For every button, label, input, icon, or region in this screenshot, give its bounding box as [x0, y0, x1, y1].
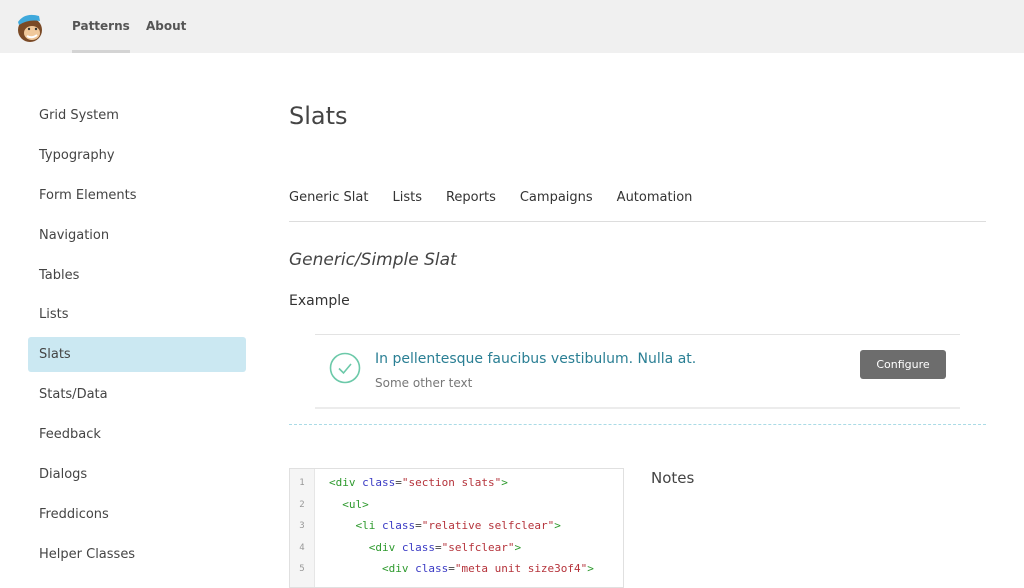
notes-heading: Notes	[651, 469, 695, 487]
page-title: Slats	[289, 102, 348, 130]
code-token: class	[415, 562, 449, 575]
line-number: 3	[299, 521, 305, 531]
sidebar-item-form-elements[interactable]: Form Elements	[28, 178, 246, 213]
code-token: >	[554, 519, 561, 532]
code-token: "meta unit size3of4"	[454, 562, 588, 575]
freddie-logo-icon[interactable]	[13, 10, 47, 44]
code-block[interactable]: 12345 <div class="section slats"> <ul> <…	[289, 468, 624, 588]
section-tabs: Generic Slat Lists Reports Campaigns Aut…	[289, 188, 986, 222]
sidebar-item-feedback[interactable]: Feedback	[28, 417, 246, 452]
code-line: <div class="section slats">	[329, 469, 594, 491]
dotted-divider	[289, 424, 986, 425]
code-token: =	[448, 562, 455, 575]
sidebar-item-tables[interactable]: Tables	[28, 258, 246, 293]
line-number: 1	[299, 478, 305, 488]
slat-subtitle: Some other text	[375, 376, 473, 390]
sidebar: Grid System Typography Form Elements Naviga…	[28, 98, 246, 577]
top-bar: Patterns About	[0, 0, 1024, 53]
sidebar-item-slats[interactable]: Slats	[28, 337, 246, 373]
nav-patterns[interactable]: Patterns	[72, 0, 130, 53]
code-lines: <div class="section slats"> <ul> <li cla…	[329, 469, 594, 577]
code-token: >	[587, 562, 594, 575]
slat-example: In pellentesque faucibus vestibulum. Nul…	[315, 334, 960, 409]
slat-title[interactable]: In pellentesque faucibus vestibulum. Nul…	[375, 351, 696, 367]
line-number: 4	[299, 542, 305, 553]
code-token: =	[395, 476, 402, 489]
code-line: <ul>	[329, 491, 594, 513]
sidebar-item-typography[interactable]: Typography	[28, 138, 246, 173]
sidebar-item-helper-classes[interactable]: Helper Classes	[28, 537, 246, 572]
code-token: "relative selfclear"	[421, 519, 555, 532]
tab-reports[interactable]: Reports	[446, 188, 496, 221]
line-number: 2	[299, 499, 305, 510]
code-token: <div	[329, 540, 402, 554]
code-line: <li class="relative selfclear">	[329, 512, 594, 534]
code-token: >	[501, 476, 508, 489]
code-token: <ul>	[329, 497, 369, 511]
sidebar-item-navigation[interactable]: Navigation	[28, 218, 246, 253]
tab-generic-slat[interactable]: Generic Slat	[289, 188, 368, 221]
tab-automation[interactable]: Automation	[617, 188, 693, 221]
code-token: class	[362, 476, 396, 489]
code-token: =	[415, 519, 422, 532]
line-number-gutter: 1 2 3 4 5	[290, 469, 315, 587]
tab-lists[interactable]: Lists	[392, 188, 422, 221]
code-token: "selfclear"	[441, 540, 515, 554]
tab-campaigns[interactable]: Campaigns	[520, 188, 593, 221]
sidebar-item-grid-system[interactable]: Grid System	[28, 98, 246, 133]
code-token: <li	[329, 519, 382, 532]
code-line: <div class="meta unit size3of4">	[329, 555, 594, 577]
code-token: "section slats"	[401, 476, 502, 489]
section-title: Generic/Simple Slat	[289, 250, 457, 270]
sidebar-item-lists[interactable]: Lists	[28, 297, 246, 332]
check-circle-icon	[329, 352, 361, 384]
code-token: class	[401, 540, 435, 554]
code-token: <div	[329, 476, 363, 489]
configure-button[interactable]: Configure	[860, 350, 946, 379]
nav-about[interactable]: About	[146, 0, 186, 53]
code-token: >	[514, 540, 522, 554]
code-token: class	[381, 519, 416, 532]
code-token: <div	[329, 562, 416, 575]
example-label: Example	[289, 293, 350, 309]
sidebar-item-stats-data[interactable]: Stats/Data	[28, 377, 246, 412]
code-line: <div class="selfclear">	[329, 534, 594, 556]
sidebar-item-freddicons[interactable]: Freddicons	[28, 497, 246, 532]
line-number: 5	[299, 564, 305, 574]
code-token: =	[434, 540, 442, 554]
sidebar-item-dialogs[interactable]: Dialogs	[28, 457, 246, 492]
